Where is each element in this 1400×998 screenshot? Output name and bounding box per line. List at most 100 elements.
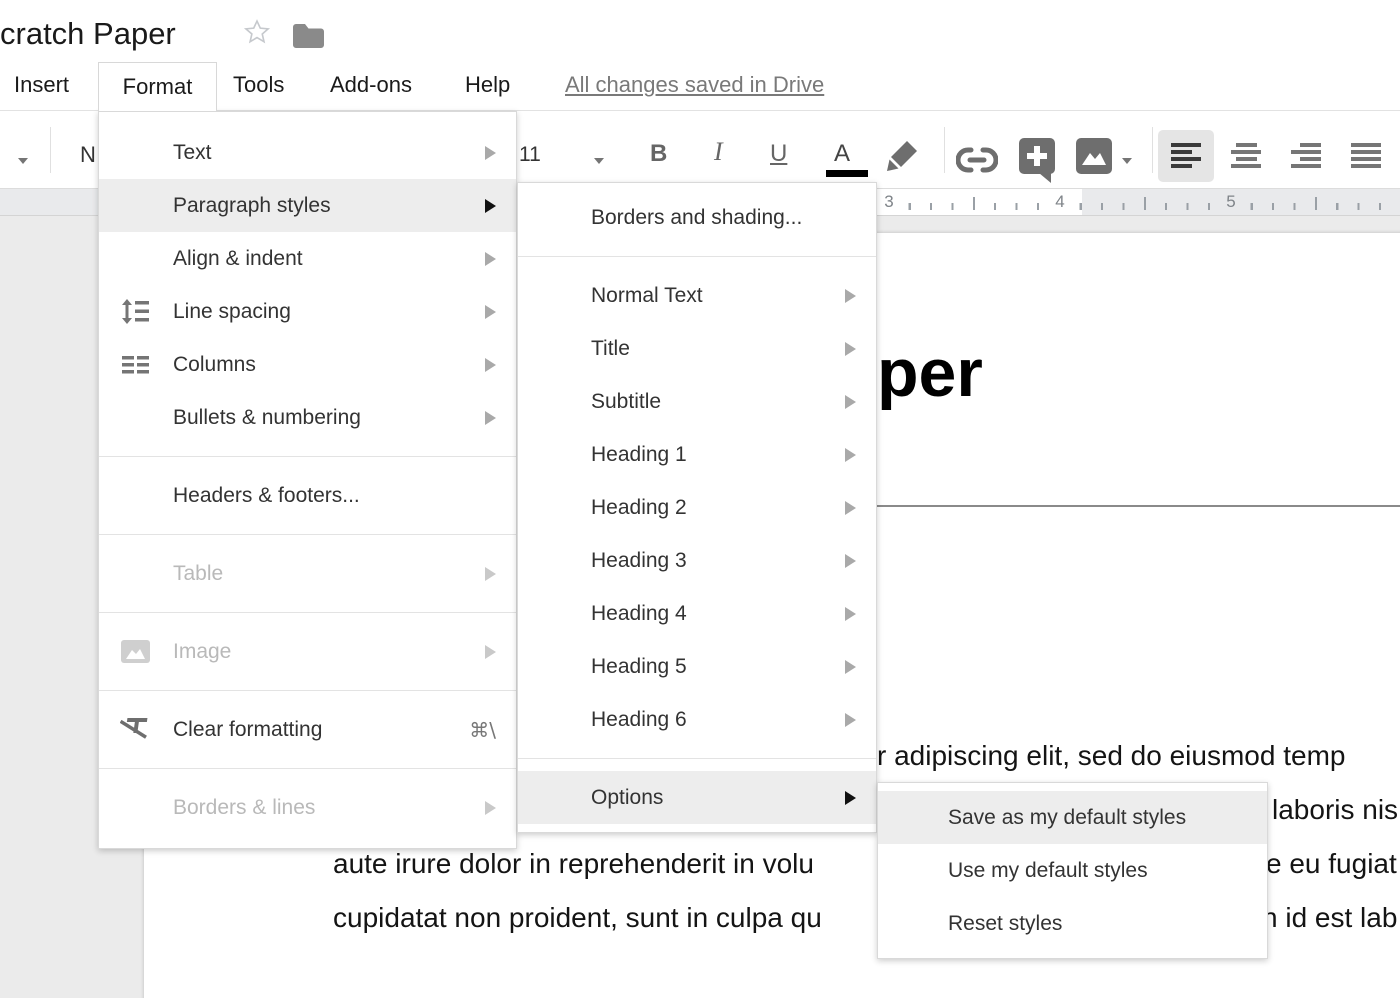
submenu-arrow-icon bbox=[845, 448, 856, 462]
menu-item-line-spacing[interactable]: Line spacing bbox=[99, 285, 516, 338]
menu-item-heading-6[interactable]: Heading 6 bbox=[518, 693, 876, 746]
insert-link-button[interactable] bbox=[956, 146, 998, 179]
menu-separator bbox=[99, 612, 516, 613]
menu-item-use-default-styles[interactable]: Use my default styles bbox=[878, 844, 1267, 897]
menu-item-clear-formatting[interactable]: Clear formatting ⌘\ bbox=[99, 703, 516, 756]
ruler-number: 4 bbox=[1050, 192, 1069, 212]
ruler-major-ticks bbox=[973, 197, 1400, 210]
paragraph-styles-submenu: Borders and shading... Normal Text Title… bbox=[517, 182, 877, 833]
menu-separator bbox=[518, 256, 876, 257]
submenu-arrow-icon bbox=[485, 645, 496, 659]
menu-item-options[interactable]: Options bbox=[518, 771, 876, 824]
menu-item-borders-lines: Borders & lines bbox=[99, 781, 516, 834]
menu-separator bbox=[99, 456, 516, 457]
menu-item-borders-shading[interactable]: Borders and shading... bbox=[518, 191, 876, 244]
doc-body-line: e eu fugiat bbox=[1266, 847, 1397, 881]
menu-separator bbox=[99, 768, 516, 769]
google-docs-window: per r adipiscing elit, sed do eiusmod te… bbox=[0, 0, 1400, 998]
highlight-color-button[interactable] bbox=[884, 138, 920, 179]
align-left-button[interactable] bbox=[1158, 130, 1214, 182]
doc-heading-fragment: per bbox=[877, 334, 983, 412]
submenu-arrow-icon bbox=[485, 146, 496, 160]
plus-icon bbox=[1034, 146, 1040, 166]
submenu-arrow-icon bbox=[485, 801, 496, 815]
doc-body-line: aute irure dolor in reprehenderit in vol… bbox=[333, 847, 814, 881]
doc-body-line: laboris nis bbox=[1272, 793, 1398, 827]
columns-icon bbox=[120, 349, 151, 380]
menu-item-heading-3[interactable]: Heading 3 bbox=[518, 534, 876, 587]
font-size-value[interactable]: 11 bbox=[519, 142, 541, 168]
text-color-button[interactable]: A bbox=[834, 140, 850, 168]
options-submenu: Save as my default styles Use my default… bbox=[877, 782, 1268, 959]
toolbar-divider bbox=[944, 127, 945, 173]
menu-item-align-indent[interactable]: Align & indent bbox=[99, 232, 516, 285]
comment-bubble-tail bbox=[1039, 173, 1051, 183]
toolbar-divider bbox=[1152, 127, 1153, 173]
menu-help[interactable]: Help bbox=[465, 71, 510, 99]
ruler-number: 3 bbox=[879, 192, 898, 212]
submenu-arrow-icon bbox=[485, 305, 496, 319]
submenu-arrow-icon bbox=[845, 607, 856, 621]
save-status-link[interactable]: All changes saved in Drive bbox=[565, 71, 824, 99]
menu-item-bullets-numbering[interactable]: Bullets & numbering bbox=[99, 391, 516, 444]
submenu-arrow-icon bbox=[845, 554, 856, 568]
text-color-indicator bbox=[826, 170, 868, 177]
menu-item-heading-5[interactable]: Heading 5 bbox=[518, 640, 876, 693]
zoom-dropdown-caret-icon[interactable] bbox=[18, 158, 28, 164]
menu-format[interactable]: Format bbox=[98, 62, 217, 111]
align-center-button[interactable] bbox=[1218, 130, 1274, 182]
star-icon[interactable] bbox=[243, 18, 271, 51]
menu-tools[interactable]: Tools bbox=[233, 71, 284, 99]
toolbar-divider bbox=[50, 127, 51, 173]
image-dropdown-caret-icon[interactable] bbox=[1122, 158, 1132, 164]
menu-separator bbox=[99, 534, 516, 535]
menu-item-save-default-styles[interactable]: Save as my default styles bbox=[878, 791, 1267, 844]
submenu-arrow-icon bbox=[485, 199, 496, 213]
italic-button[interactable]: I bbox=[714, 138, 723, 166]
menu-item-columns[interactable]: Columns bbox=[99, 338, 516, 391]
submenu-arrow-icon bbox=[845, 660, 856, 674]
menu-item-table: Table bbox=[99, 547, 516, 600]
menu-item-text[interactable]: Text bbox=[99, 126, 516, 179]
folder-icon[interactable] bbox=[292, 22, 325, 54]
menu-item-reset-styles[interactable]: Reset styles bbox=[878, 897, 1267, 950]
submenu-arrow-icon bbox=[845, 791, 856, 805]
format-menu: Text Paragraph styles Align & indent Lin… bbox=[98, 111, 517, 849]
menu-separator bbox=[99, 690, 516, 691]
submenu-arrow-icon bbox=[845, 289, 856, 303]
submenu-arrow-icon bbox=[845, 713, 856, 727]
menu-item-subtitle[interactable]: Subtitle bbox=[518, 375, 876, 428]
bold-button[interactable]: B bbox=[650, 140, 667, 168]
image-icon bbox=[120, 636, 151, 667]
menu-addons[interactable]: Add-ons bbox=[330, 71, 412, 99]
add-comment-button[interactable] bbox=[1019, 138, 1055, 174]
shortcut-label: ⌘\ bbox=[469, 718, 496, 742]
menu-item-paragraph-styles[interactable]: Paragraph styles bbox=[99, 179, 516, 232]
line-spacing-icon bbox=[120, 296, 151, 327]
ruler-number: 5 bbox=[1221, 192, 1240, 212]
submenu-arrow-icon bbox=[845, 501, 856, 515]
align-right-button[interactable] bbox=[1278, 130, 1334, 182]
doc-body-line: cupidatat non proident, sunt in culpa qu bbox=[333, 901, 822, 935]
submenu-arrow-icon bbox=[485, 567, 496, 581]
menu-item-heading-1[interactable]: Heading 1 bbox=[518, 428, 876, 481]
font-size-caret-icon[interactable] bbox=[594, 158, 604, 164]
document-title[interactable]: cratch Paper bbox=[0, 16, 176, 52]
menu-insert[interactable]: Insert bbox=[14, 71, 69, 99]
menu-item-normal-text[interactable]: Normal Text bbox=[518, 269, 876, 322]
insert-image-button[interactable] bbox=[1076, 138, 1112, 174]
styles-dropdown[interactable]: N bbox=[80, 142, 96, 168]
align-justify-button[interactable] bbox=[1338, 130, 1394, 182]
submenu-arrow-icon bbox=[845, 342, 856, 356]
submenu-arrow-icon bbox=[485, 411, 496, 425]
clear-formatting-icon bbox=[120, 714, 151, 745]
underline-button[interactable]: U bbox=[770, 140, 787, 168]
menu-item-headers-footers[interactable]: Headers & footers... bbox=[99, 469, 516, 522]
menu-item-heading-2[interactable]: Heading 2 bbox=[518, 481, 876, 534]
menu-item-image: Image bbox=[99, 625, 516, 678]
image-icon bbox=[1076, 138, 1112, 174]
menu-item-title[interactable]: Title bbox=[518, 322, 876, 375]
doc-body-line: n id est lab bbox=[1262, 901, 1397, 935]
menu-item-heading-4[interactable]: Heading 4 bbox=[518, 587, 876, 640]
menu-separator bbox=[518, 758, 876, 759]
